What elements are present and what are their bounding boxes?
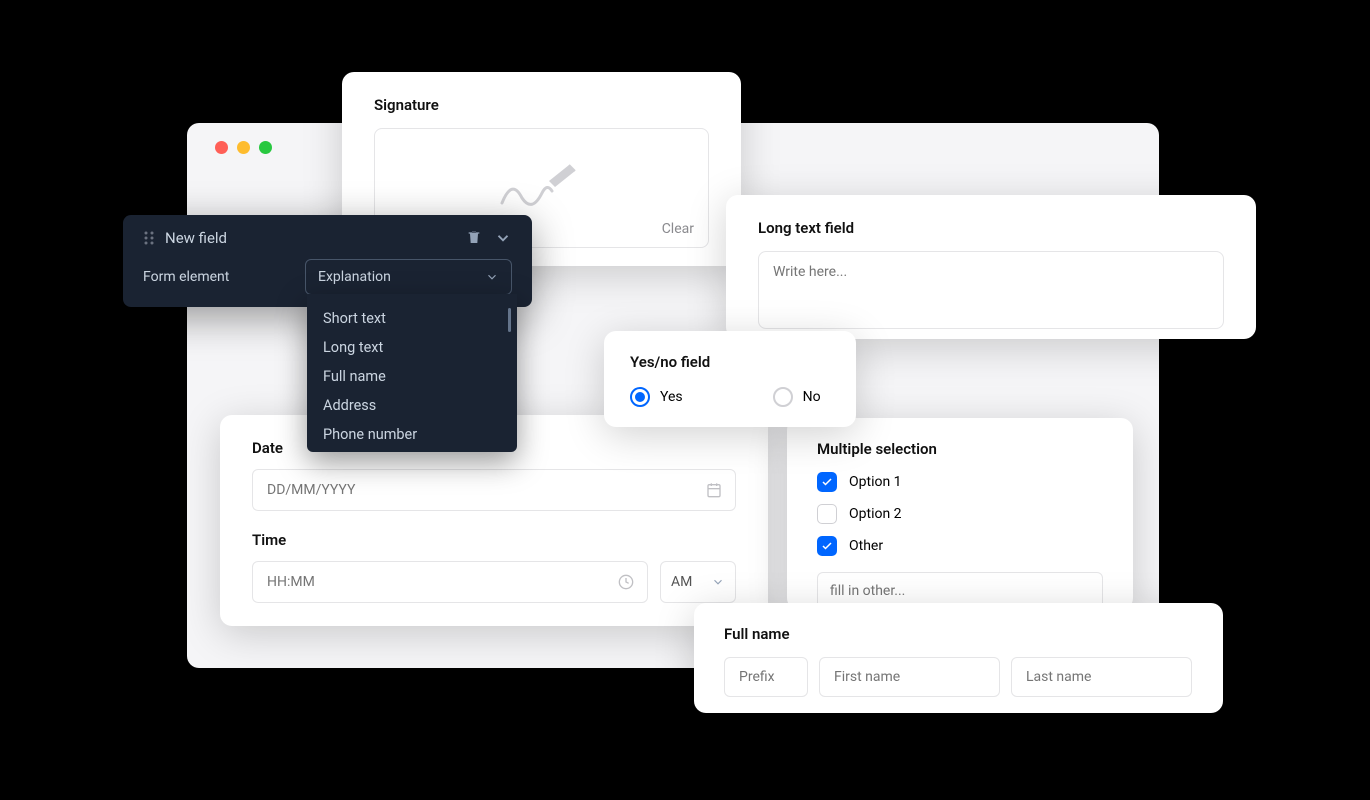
select-value: Explanation — [318, 269, 391, 285]
minimize-window-button[interactable] — [237, 141, 250, 154]
multi-title: Multiple selection — [817, 440, 1103, 458]
last-name-input[interactable] — [1011, 657, 1192, 697]
longtext-input[interactable] — [758, 251, 1224, 329]
multi-option-1[interactable]: Option 1 — [817, 472, 1103, 492]
multi-option-2-label: Option 2 — [849, 506, 902, 522]
dropdown-item-phone-number[interactable]: Phone number — [307, 420, 517, 449]
ampm-select[interactable]: AM — [660, 561, 736, 603]
calendar-icon[interactable] — [706, 482, 722, 498]
checkbox-icon — [817, 504, 837, 524]
dropdown-item-short-text[interactable]: Short text — [307, 304, 517, 333]
radio-icon — [630, 387, 650, 407]
signature-title: Signature — [374, 96, 709, 114]
signature-pen-icon — [497, 163, 587, 213]
fullname-title: Full name — [724, 625, 1193, 643]
dropdown-item-full-name[interactable]: Full name — [307, 362, 517, 391]
yes-option[interactable]: Yes — [630, 387, 683, 407]
trash-icon[interactable] — [466, 229, 482, 247]
prefix-input[interactable] — [724, 657, 808, 697]
yesno-title: Yes/no field — [630, 353, 830, 371]
long-text-card: Long text field — [726, 195, 1256, 339]
checkbox-icon — [817, 472, 837, 492]
time-label: Time — [252, 531, 736, 549]
no-option[interactable]: No — [773, 387, 821, 407]
clear-button[interactable]: Clear — [662, 221, 694, 237]
multi-option-2[interactable]: Option 2 — [817, 504, 1103, 524]
dropdown-item-address[interactable]: Address — [307, 391, 517, 420]
newfield-title: New field — [165, 229, 227, 247]
multiple-selection-card: Multiple selection Option 1 Option 2 Oth… — [787, 418, 1133, 610]
form-element-select[interactable]: Explanation — [305, 259, 512, 295]
time-input[interactable] — [252, 561, 648, 603]
radio-icon — [773, 387, 793, 407]
no-label: No — [803, 389, 821, 405]
dropdown-item-long-text[interactable]: Long text — [307, 333, 517, 362]
yes-label: Yes — [660, 389, 683, 405]
multi-option-other-label: Other — [849, 538, 883, 554]
chevron-down-icon — [485, 270, 499, 284]
scrollbar[interactable] — [508, 308, 511, 332]
full-name-card: Full name — [694, 603, 1223, 713]
yes-no-card: Yes/no field Yes No — [604, 331, 856, 427]
longtext-title: Long text field — [758, 219, 1224, 237]
checkbox-icon — [817, 536, 837, 556]
close-window-button[interactable] — [215, 141, 228, 154]
ampm-value: AM — [671, 574, 692, 590]
maximize-window-button[interactable] — [259, 141, 272, 154]
drag-handle-icon[interactable] — [143, 230, 155, 246]
multi-option-other[interactable]: Other — [817, 536, 1103, 556]
chevron-down-icon[interactable] — [494, 229, 512, 247]
chevron-down-icon — [711, 575, 725, 589]
form-element-dropdown: Short text Long text Full name Address P… — [307, 294, 517, 452]
multi-option-1-label: Option 1 — [849, 474, 902, 490]
clock-icon[interactable] — [618, 574, 634, 590]
date-input[interactable] — [252, 469, 736, 511]
form-element-label: Form element — [143, 269, 229, 285]
first-name-input[interactable] — [819, 657, 1000, 697]
